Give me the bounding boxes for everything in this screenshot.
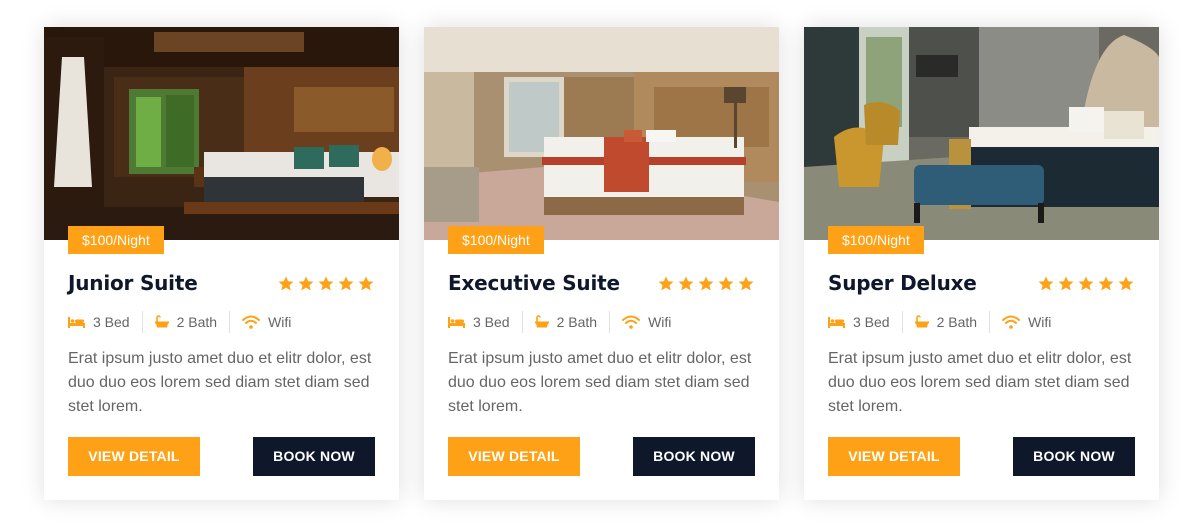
amenity-label: Wifi bbox=[268, 314, 292, 330]
view-detail-button[interactable]: VIEW DETAIL bbox=[828, 437, 960, 476]
bed-icon bbox=[68, 317, 85, 328]
room-card: $100/Night Junior Suite 3 Bed 2 Bath Wif… bbox=[44, 27, 399, 500]
amenities: 3 Bed 2 Bath Wifi bbox=[68, 311, 291, 333]
wifi-icon bbox=[1002, 315, 1021, 329]
divider bbox=[609, 311, 611, 333]
bed-icon bbox=[828, 317, 845, 328]
view-detail-button[interactable]: VIEW DETAIL bbox=[448, 437, 580, 476]
star-icon bbox=[718, 276, 734, 291]
view-detail-button[interactable]: VIEW DETAIL bbox=[68, 437, 200, 476]
divider bbox=[901, 311, 903, 333]
wifi-icon bbox=[622, 315, 641, 329]
amenity-bed: 3 Bed bbox=[68, 314, 130, 330]
divider bbox=[229, 311, 231, 333]
star-icon bbox=[678, 276, 694, 291]
star-icon bbox=[358, 276, 374, 291]
book-now-button[interactable]: BOOK NOW bbox=[1013, 437, 1135, 476]
room-description: Erat ipsum justo amet duo et elitr dolor… bbox=[828, 350, 1132, 415]
amenity-bath: 2 Bath bbox=[914, 314, 978, 330]
room-photo bbox=[44, 27, 399, 240]
room-description: Erat ipsum justo amet duo et elitr dolor… bbox=[448, 350, 752, 415]
amenity-wifi: Wifi bbox=[1002, 314, 1051, 330]
wifi-icon bbox=[242, 315, 261, 329]
amenity-label: 3 Bed bbox=[853, 314, 890, 330]
amenity-label: 2 Bath bbox=[556, 314, 598, 330]
divider bbox=[141, 311, 143, 333]
amenity-bath: 2 Bath bbox=[534, 314, 598, 330]
room-photo bbox=[424, 27, 779, 240]
amenity-label: 2 Bath bbox=[176, 314, 218, 330]
divider bbox=[989, 311, 991, 333]
star-icon bbox=[1098, 276, 1114, 291]
star-icon bbox=[338, 276, 354, 291]
amenity-bath: 2 Bath bbox=[154, 314, 218, 330]
price-badge: $100/Night bbox=[68, 226, 164, 254]
amenities: 3 Bed 2 Bath Wifi bbox=[448, 311, 671, 333]
star-icon bbox=[318, 276, 334, 291]
divider bbox=[521, 311, 523, 333]
bath-icon bbox=[914, 315, 929, 328]
amenities: 3 Bed 2 Bath Wifi bbox=[828, 311, 1051, 333]
amenity-label: 3 Bed bbox=[93, 314, 130, 330]
room-description: Erat ipsum justo amet duo et elitr dolor… bbox=[68, 350, 372, 415]
star-icon bbox=[298, 276, 314, 291]
room-title: Junior Suite bbox=[68, 271, 198, 295]
star-icon bbox=[1078, 276, 1094, 291]
rating-stars bbox=[1037, 275, 1135, 292]
amenity-label: 3 Bed bbox=[473, 314, 510, 330]
amenity-wifi: Wifi bbox=[622, 314, 671, 330]
price-badge: $100/Night bbox=[828, 226, 924, 254]
room-photo bbox=[804, 27, 1159, 240]
room-title: Executive Suite bbox=[448, 271, 620, 295]
book-now-button[interactable]: BOOK NOW bbox=[253, 437, 375, 476]
amenity-bed: 3 Bed bbox=[448, 314, 510, 330]
bath-icon bbox=[154, 315, 169, 328]
star-icon bbox=[1038, 276, 1054, 291]
star-icon bbox=[738, 276, 754, 291]
bed-icon bbox=[448, 317, 465, 328]
amenity-bed: 3 Bed bbox=[828, 314, 890, 330]
rating-stars bbox=[277, 275, 375, 292]
bath-icon bbox=[534, 315, 549, 328]
book-now-button[interactable]: BOOK NOW bbox=[633, 437, 755, 476]
room-title: Super Deluxe bbox=[828, 271, 977, 295]
amenity-label: Wifi bbox=[1028, 314, 1052, 330]
room-card: $100/Night Executive Suite 3 Bed 2 Bath … bbox=[424, 27, 779, 500]
rating-stars bbox=[657, 275, 755, 292]
star-icon bbox=[658, 276, 674, 291]
amenity-label: Wifi bbox=[648, 314, 672, 330]
room-card: $100/Night Super Deluxe 3 Bed 2 Bath Wif… bbox=[804, 27, 1159, 500]
star-icon bbox=[1058, 276, 1074, 291]
star-icon bbox=[1118, 276, 1134, 291]
amenity-label: 2 Bath bbox=[936, 314, 978, 330]
amenity-wifi: Wifi bbox=[242, 314, 291, 330]
price-badge: $100/Night bbox=[448, 226, 544, 254]
star-icon bbox=[698, 276, 714, 291]
star-icon bbox=[278, 276, 294, 291]
